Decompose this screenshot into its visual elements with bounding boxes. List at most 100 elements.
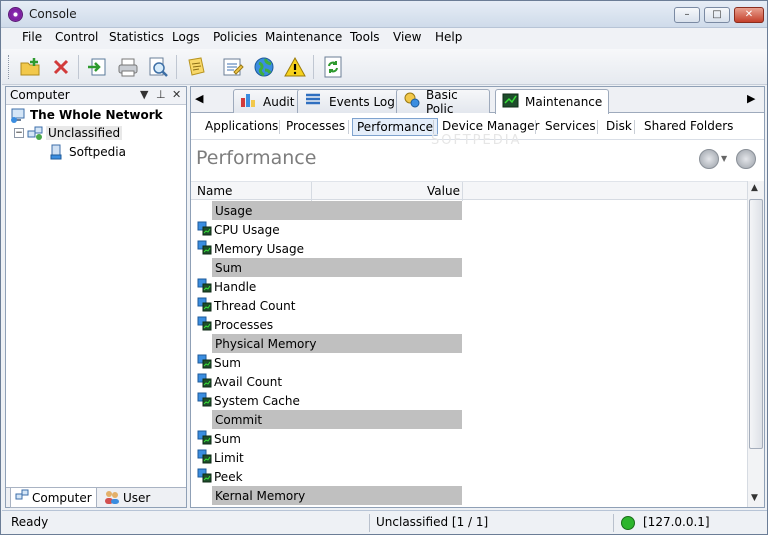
grid-header: Name Value [191,181,764,201]
counter-row[interactable]: Processes [197,315,497,334]
counter-row[interactable]: Sum [197,429,497,448]
counter-icon [197,392,212,410]
group-row[interactable]: Kernal Memory [212,486,462,505]
counter-row[interactable]: Limit [197,448,497,467]
counter-row[interactable]: System Cache [197,391,497,410]
column-name[interactable]: Name [197,184,232,198]
subtab-separator [597,120,598,134]
counter-row[interactable]: Thread Count [197,296,497,315]
counter-row-label: Peek [214,469,243,484]
options-menu-icon[interactable] [699,149,719,169]
column-value[interactable]: Value [427,184,460,198]
counter-row[interactable]: Handle [197,277,497,296]
status-separator [369,514,370,532]
tab-user[interactable]: User [100,488,154,508]
notes-icon[interactable] [183,54,209,80]
subtab-disk[interactable]: Disk [602,118,636,134]
toolbar-grip[interactable] [8,55,11,79]
subtab-applications[interactable]: Applications [201,118,282,134]
import-icon[interactable] [84,54,110,80]
counter-icon [197,240,212,258]
close-button[interactable]: ✕ [734,7,764,23]
status-bar: Ready Unclassified [1 / 1] [127.0.0.1] [2,510,767,534]
column-separator[interactable] [311,182,312,201]
tab-computer[interactable]: Computer [10,488,97,508]
dropdown-icon[interactable]: ▼ [140,88,148,101]
tree-root[interactable]: The Whole Network [10,107,163,123]
counter-row[interactable]: Sum [197,353,497,372]
subtab-device-manager[interactable]: Device Manager [438,118,543,134]
tab-basic-policy[interactable]: Basic Polic [396,89,490,113]
minimize-button[interactable]: – [674,7,700,23]
group-row-label: Sum [215,260,242,275]
vertical-scrollbar[interactable]: ▲ ▼ [747,181,764,507]
computer-icon [48,144,64,160]
warning-icon[interactable] [282,54,308,80]
delete-icon[interactable] [48,54,74,80]
group-row[interactable]: Sum [212,258,462,277]
maximize-button[interactable]: □ [704,7,730,23]
scroll-tabs-right-icon[interactable]: ▶ [747,92,755,105]
chevron-down-icon[interactable]: ▼ [721,154,727,163]
menu-view[interactable]: View [393,30,421,44]
column-separator[interactable] [462,182,463,201]
group-row[interactable]: Usage [212,201,462,220]
scroll-up-icon[interactable]: ▲ [751,183,758,193]
close-panel-icon[interactable]: ✕ [172,88,181,101]
subtab-processes[interactable]: Processes [282,118,349,134]
menu-file[interactable]: File [22,30,42,44]
tab-maintenance-label: Maintenance [525,95,603,109]
refresh-icon[interactable] [320,54,346,80]
new-folder-icon[interactable] [17,54,43,80]
menu-policies[interactable]: Policies [213,30,257,44]
counter-row-label: Memory Usage [214,241,305,256]
menu-help[interactable]: Help [435,30,462,44]
tree-computer-softpedia[interactable]: Softpedia [48,144,126,160]
menu-maintenance[interactable]: Maintenance [265,30,342,44]
subtab-shared-folders[interactable]: Shared Folders [640,118,737,134]
group-icon [27,125,43,141]
scroll-down-icon[interactable]: ▼ [751,493,758,503]
events-log-icon [304,92,324,111]
counter-row-label: Handle [214,279,257,294]
group-row[interactable]: Physical Memory [212,334,462,353]
print-icon[interactable] [115,54,141,80]
subtab-services[interactable]: Services [541,118,600,134]
group-row[interactable]: Commit [212,410,462,429]
app-icon [8,7,23,22]
tab-maintenance[interactable]: Maintenance [495,89,610,114]
tab-audit[interactable]: Audit [233,89,302,113]
menu-tools[interactable]: Tools [350,30,380,44]
scroll-tabs-left-icon[interactable]: ◀ [195,92,203,105]
maintenance-icon [502,93,520,112]
title-bar[interactable]: Console – □ ✕ [1,1,767,28]
document-tab-strip: ◀ Audit Events Log Basic Polic Maintenan… [191,87,764,114]
menu-logs[interactable]: Logs [172,30,200,44]
menu-statistics[interactable]: Statistics [109,30,164,44]
group-row-label: Physical Memory [215,336,317,351]
subtab-separator [279,120,280,134]
tab-events-log[interactable]: Events Log [297,89,402,113]
counter-row-label: Processes [214,317,274,332]
counter-row[interactable]: Avail Count [197,372,497,391]
counter-icon [197,278,212,296]
collapse-icon[interactable]: − [14,128,24,138]
group-row-label: Commit [215,412,263,427]
tree-computer-label: Softpedia [69,145,126,159]
counter-icon [197,297,212,315]
menu-control[interactable]: Control [55,30,98,44]
counter-row-label: System Cache [214,393,300,408]
counter-row-label: Sum [214,355,241,370]
counter-icon [197,373,212,391]
counter-row[interactable]: Peek [197,467,497,486]
subtab-performance[interactable]: Performance [352,118,439,136]
counter-row[interactable]: Memory Usage [197,239,497,258]
counter-row[interactable]: CPU Usage [197,220,497,239]
report-icon[interactable] [220,54,246,80]
pin-icon[interactable]: ⊥ [156,88,166,101]
print-preview-icon[interactable] [145,54,171,80]
scrollbar-thumb[interactable] [749,199,763,449]
tree-group-unclassified[interactable]: − Unclassified [14,125,123,141]
record-icon[interactable] [736,149,756,169]
globe-icon[interactable] [251,54,277,80]
